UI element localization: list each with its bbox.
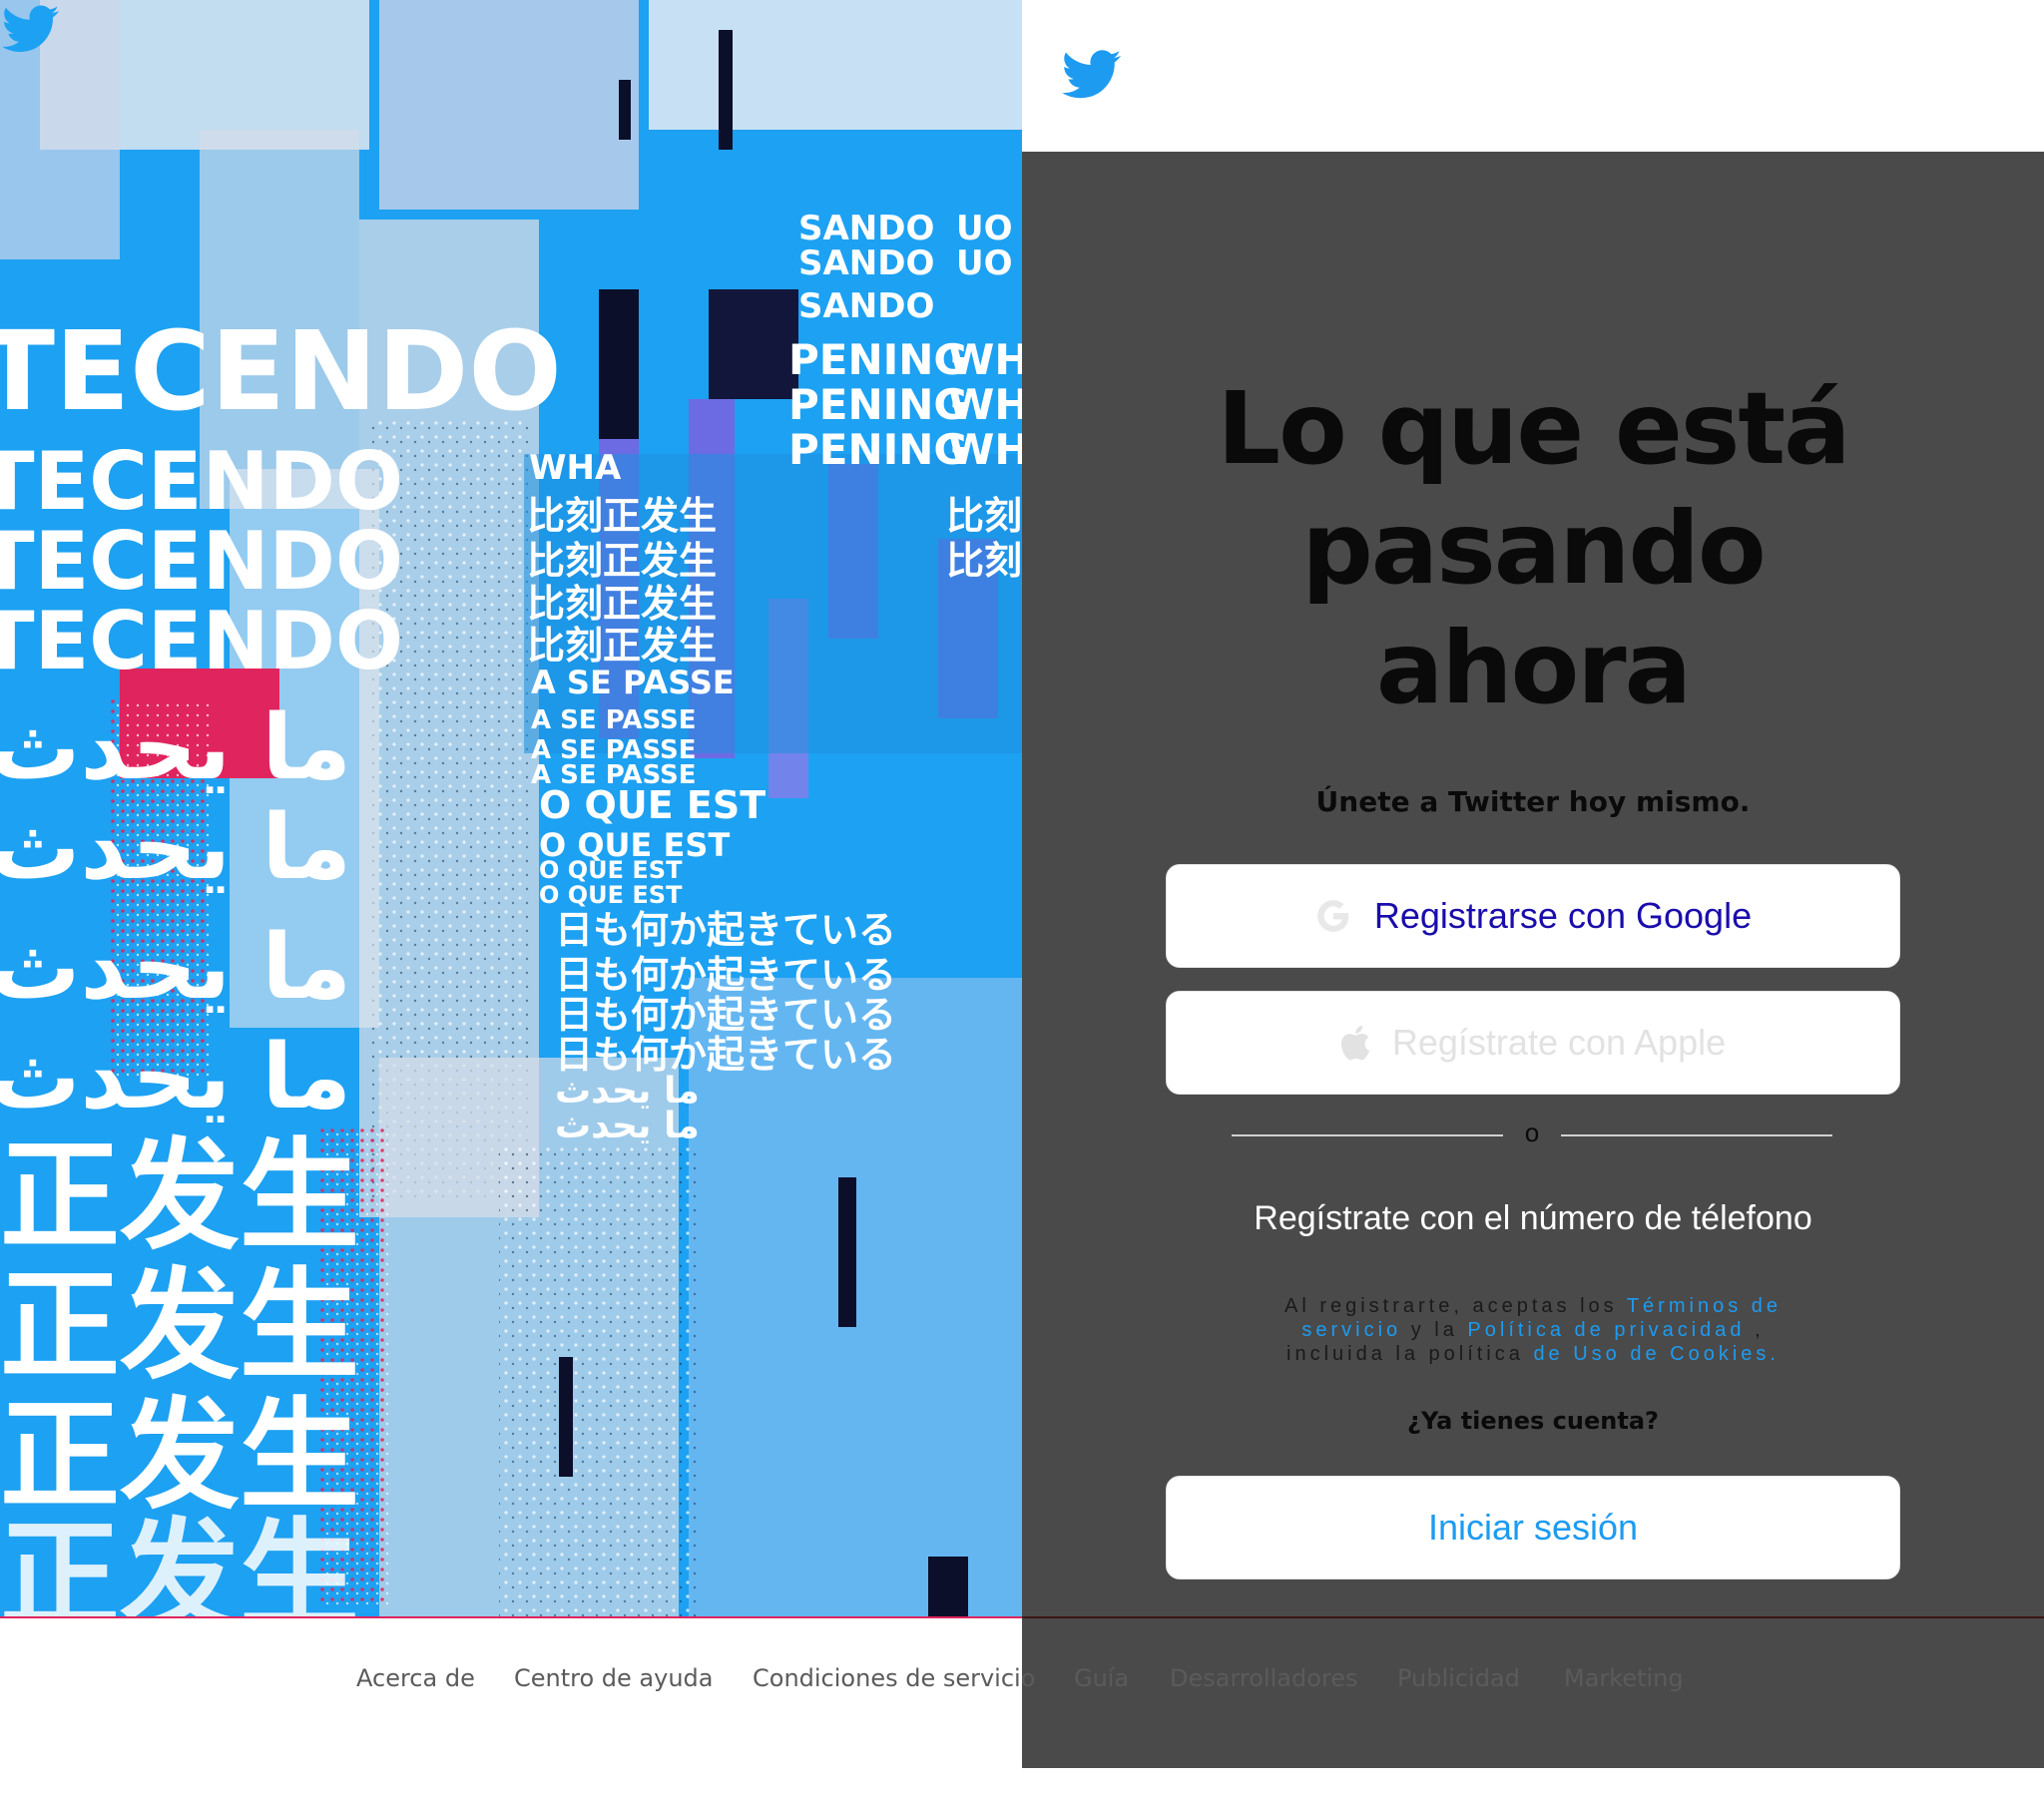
svg-text:O QUE EST: O QUE EST — [539, 783, 766, 827]
svg-text:A SE PASSE: A SE PASSE — [531, 705, 697, 735]
svg-text:正发生: 正发生 — [0, 1257, 359, 1396]
svg-text:比刻正发生: 比刻正发生 — [527, 582, 717, 626]
footer-nav: Acerca de Centro de ayuda Condiciones de… — [0, 1664, 2044, 1704]
svg-text:TECENDO: TECENDO — [0, 595, 403, 687]
svg-text:正发生: 正发生 — [0, 1387, 359, 1526]
svg-text:比刻正发生: 比刻正发生 — [527, 539, 717, 583]
svg-text:比刻: 比刻 — [946, 539, 1022, 583]
svg-text:O QUE EST: O QUE EST — [539, 881, 683, 909]
footer-link-guide[interactable]: Guía — [1074, 1664, 1129, 1692]
have-account-label: ¿Ya tienes cuenta? — [1407, 1407, 1659, 1435]
separator-line-right — [1561, 1134, 1832, 1136]
signup-google-button[interactable]: Registrarse con Google — [1166, 864, 1900, 968]
footer-link-about[interactable]: Acerca de — [356, 1664, 475, 1692]
svg-text:WHA: WHA — [948, 425, 1022, 474]
svg-text:日も何か起きている: 日も何か起きている — [555, 953, 896, 997]
svg-text:A SE PASSE: A SE PASSE — [531, 664, 735, 701]
svg-text:比刻正发生: 比刻正发生 — [527, 494, 717, 538]
privacy-policy-link[interactable]: Política de privacidad — [1467, 1319, 1745, 1341]
svg-text:PENING: PENING — [788, 425, 968, 474]
svg-text:比刻正发生: 比刻正发生 — [527, 624, 717, 668]
terms-notice: Al registrarte, aceptas los Términos de … — [1248, 1294, 1818, 1366]
footer-link-help-center[interactable]: Centro de ayuda — [514, 1664, 714, 1692]
svg-text:日も何か起きている: 日も何か起きている — [555, 993, 896, 1037]
svg-text:比刻: 比刻 — [946, 494, 1022, 538]
twitter-bird-icon[interactable] — [1062, 50, 1122, 100]
svg-text:WHA: WHA — [948, 380, 1022, 429]
login-label: Iniciar sesión — [1427, 1507, 1639, 1548]
svg-text:TECENDO: TECENDO — [0, 307, 562, 435]
page-headline: Lo que está pasando ahora — [1118, 369, 1948, 728]
svg-text:WHA: WHA — [529, 448, 622, 488]
terms-prefix: Al registrarte, aceptas los — [1283, 1295, 1618, 1317]
separator-text: o — [1524, 1118, 1540, 1147]
svg-text:ما يحدث: ما يحدث — [0, 695, 351, 800]
footer-link-advertising[interactable]: Publicidad — [1397, 1664, 1520, 1692]
svg-text:UO Q: UO Q — [956, 243, 1022, 283]
headline-line-3: ahora — [1375, 610, 1692, 726]
hero-bottom-divider — [0, 1616, 1022, 1618]
terms-separator: , — [1755, 1319, 1765, 1341]
apple-icon — [1340, 1025, 1369, 1061]
terms-included: incluida la política — [1286, 1343, 1524, 1365]
svg-text:WHA: WHA — [948, 335, 1022, 384]
footer-link-marketing[interactable]: Marketing — [1564, 1664, 1684, 1692]
footer-link-terms[interactable]: Condiciones de servicio — [753, 1664, 1035, 1692]
svg-text:SANDO: SANDO — [798, 243, 934, 283]
signup-apple-label: Regístrate con Apple — [1391, 1022, 1727, 1063]
google-icon — [1317, 900, 1349, 932]
svg-text:ما يحدث: ما يحدث — [0, 795, 351, 900]
hero-artwork: TECENDO TECENDO TECENDO TECENDO ما يحدث … — [0, 0, 1022, 1617]
or-separator: o — [1232, 1118, 1832, 1153]
svg-text:PENING: PENING — [788, 335, 968, 384]
top-header-bar — [1022, 0, 2044, 152]
svg-text:UO Q: UO Q — [956, 209, 1022, 248]
headline-line-2: pasando — [1301, 490, 1767, 607]
login-button[interactable]: Iniciar sesión — [1166, 1476, 1900, 1579]
svg-text:正发生: 正发生 — [0, 1508, 359, 1617]
twitter-bird-icon — [2, 5, 60, 52]
footer-link-developers[interactable]: Desarrolladores — [1170, 1664, 1358, 1692]
svg-text:ما يحدث: ما يحدث — [0, 1025, 351, 1129]
headline-line-1: Lo que está — [1217, 370, 1850, 487]
svg-text:ما يحدث: ما يحدث — [555, 1106, 700, 1146]
svg-text:SANDO: SANDO — [798, 286, 934, 326]
terms-mid: y la — [1410, 1319, 1458, 1341]
svg-text:正发生: 正发生 — [0, 1127, 359, 1266]
svg-text:ما يحدث: ما يحدث — [0, 915, 351, 1020]
svg-text:O QUE EST: O QUE EST — [539, 856, 683, 884]
signup-google-label: Registrarse con Google — [1373, 895, 1753, 936]
panel-divider — [1022, 1616, 2044, 1618]
svg-text:SANDO: SANDO — [798, 209, 934, 248]
signup-apple-button[interactable]: Regístrate con Apple — [1166, 991, 1900, 1095]
hero-collage: TECENDO TECENDO TECENDO TECENDO ما يحدث … — [0, 0, 1022, 1617]
cookies-policy-link[interactable]: de Uso de Cookies. — [1533, 1343, 1780, 1365]
svg-text:日も何か起きている: 日も何か起きている — [555, 908, 896, 952]
join-subtitle: Únete a Twitter hoy mismo. — [1315, 785, 1751, 818]
svg-text:PENING: PENING — [788, 380, 968, 429]
signup-phone-link[interactable]: Regístrate con el número de télefono — [1118, 1199, 1948, 1238]
